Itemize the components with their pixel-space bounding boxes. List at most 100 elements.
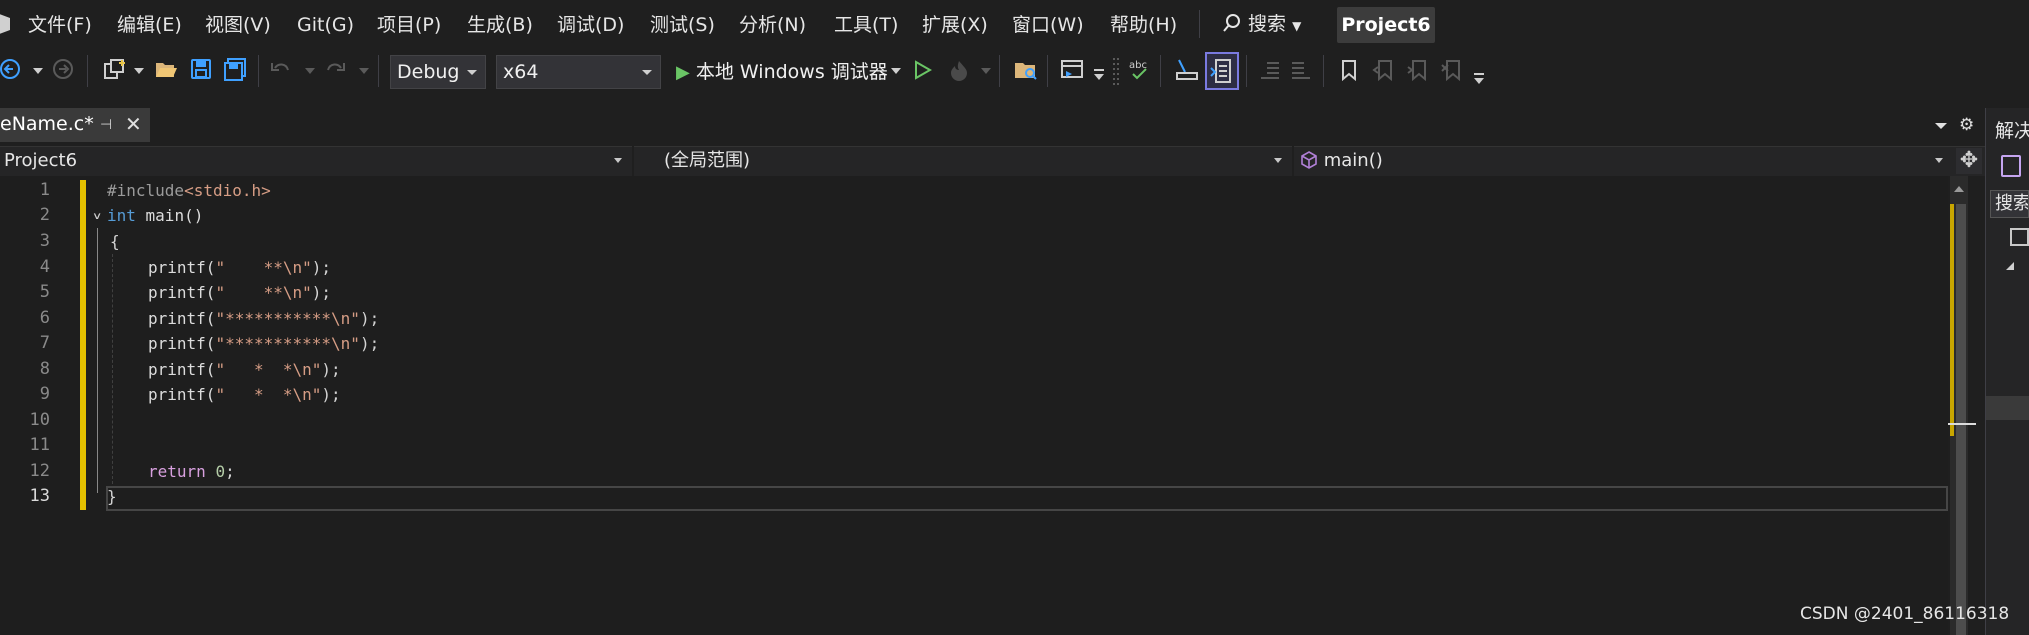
line-number: 1 [39,180,50,200]
split-editor-icon[interactable]: ✥ [1956,148,1982,174]
new-project-icon[interactable] [102,58,128,90]
navigate-back-icon[interactable] [0,58,22,90]
hot-reload-dropdown-icon[interactable] [981,68,991,100]
call-end: ); [321,385,341,404]
scrollbar-thumb[interactable] [1956,204,1966,635]
attach-debugger-icon[interactable] [1175,58,1199,90]
cube-icon [1301,151,1317,169]
back-dropdown-icon[interactable] [33,68,43,100]
menu-file[interactable]: 文件(F) [28,12,92,38]
menu-tools[interactable]: 工具(T) [834,12,898,38]
save-icon[interactable] [190,58,212,90]
solution-platform-select[interactable]: x64 [496,55,661,89]
close-icon[interactable]: ✕ [125,112,142,136]
toolbar-separator [378,55,379,87]
line-number: 9 [39,384,50,404]
menu-extensions[interactable]: 扩展(X) [922,12,988,38]
new-dropdown-icon[interactable] [134,68,144,100]
string-literal: " **\n" [215,258,312,277]
tab-list-dropdown-icon[interactable] [1935,123,1947,129]
string-literal: "***********\n" [215,334,360,353]
code-line-8: printf(" * *\n"); [148,357,341,382]
collapse-chevron-icon[interactable]: ∨ [92,210,102,221]
format-document-icon[interactable] [1205,52,1239,90]
function-signature: main() [135,206,204,225]
menu-help[interactable]: 帮助(H) [1110,12,1177,38]
hot-reload-icon[interactable] [948,59,970,91]
toolbar-separator [1047,55,1048,87]
menu-git[interactable]: Git(G) [297,12,354,38]
call-end: ); [321,360,341,379]
scope-dropdown[interactable]: (全局范围) [664,146,1284,176]
document-tab[interactable]: eName.c* ⊣ ✕ [0,108,150,142]
expand-triangle-icon[interactable] [2006,262,2014,270]
call-end: ); [359,309,380,328]
undo-dropdown-icon[interactable] [305,68,315,100]
toolbar-grip[interactable] [1113,58,1119,90]
code-line-7: printf("***********\n"); [148,331,379,356]
overflow-dropdown-icon[interactable] [1094,68,1104,100]
next-bookmark-icon[interactable] [1406,59,1428,91]
gear-icon[interactable]: ⚙ [1959,115,1974,135]
toolbar-options-icon[interactable] [1474,72,1484,104]
menu-project[interactable]: 项目(P) [377,12,441,38]
code-line-9: printf(" * *\n"); [148,382,341,407]
bookmark-icon[interactable] [1340,59,1358,91]
increase-indent-icon[interactable] [1290,60,1312,92]
project-dropdown[interactable]: Project6 [4,146,624,176]
start-debugging-button[interactable]: ▶ 本地 Windows 调试器 [676,58,888,86]
function-call: printf( [148,385,216,404]
search-box[interactable]: 搜索 ▼ [1222,10,1301,38]
chevron-down-icon [642,70,652,75]
browser-link-icon[interactable] [1060,58,1086,90]
project-name-badge[interactable]: Project6 [1337,7,1435,43]
start-debugging-label: 本地 Windows 调试器 [695,61,888,83]
navbar-separator [1292,146,1294,176]
solution-configuration-select[interactable]: Debug [390,55,486,89]
document-tab-title: eName.c* [0,113,94,135]
line-number: 10 [29,410,50,430]
function-call: printf( [148,360,216,379]
configuration-value: Debug [397,61,460,83]
decrease-indent-icon[interactable] [1259,60,1281,92]
solution-explorer-folder-icon[interactable] [1013,58,1039,90]
previous-bookmark-icon[interactable] [1372,59,1394,91]
spell-check-icon[interactable]: abc [1128,58,1152,90]
solution-node-icon[interactable] [2010,228,2029,246]
save-all-icon[interactable] [223,58,247,90]
current-line-highlight [106,486,1948,511]
scroll-up-arrow-icon[interactable] [1954,186,1964,192]
start-without-debugging-icon[interactable] [914,60,932,92]
change-tracking-marker [80,180,86,510]
menu-analyze[interactable]: 分析(N) [739,12,806,38]
member-dropdown[interactable]: main() [1300,146,1940,176]
undo-icon[interactable] [270,59,292,91]
menu-build[interactable]: 生成(B) [467,12,533,38]
call-end: ); [359,334,380,353]
menu-window[interactable]: 窗口(W) [1012,12,1084,38]
toolbar-separator [258,55,259,87]
string-literal: " * *\n" [215,360,322,379]
clear-bookmarks-icon[interactable] [1440,59,1462,91]
vs-project-icon[interactable] [2001,155,2021,177]
navigate-forward-icon[interactable] [52,58,74,90]
function-call: printf( [148,309,216,328]
redo-icon[interactable] [324,59,346,91]
menu-view[interactable]: 视图(V) [205,12,271,38]
start-dropdown-icon[interactable] [891,68,901,100]
open-folder-icon[interactable] [154,58,178,90]
close-brace: } [107,487,117,506]
redo-dropdown-icon[interactable] [359,68,369,100]
menu-debug[interactable]: 调试(D) [557,12,624,38]
pin-icon[interactable]: ⊣ [100,117,112,133]
code-line-1: #include<stdio.h> [107,178,271,203]
visual-studio-logo-icon[interactable] [0,12,10,36]
solution-explorer-search-input[interactable]: 搜索 [1990,190,2029,218]
document-tab-strip: eName.c* ⊣ ✕ [0,108,1985,144]
preprocessor-directive: #include [107,181,185,200]
menu-edit[interactable]: 编辑(E) [117,12,182,38]
chevron-down-icon [1935,158,1943,163]
toolbar-separator [1160,55,1161,87]
menu-test[interactable]: 测试(S) [650,12,715,38]
line-number: 3 [39,231,50,251]
